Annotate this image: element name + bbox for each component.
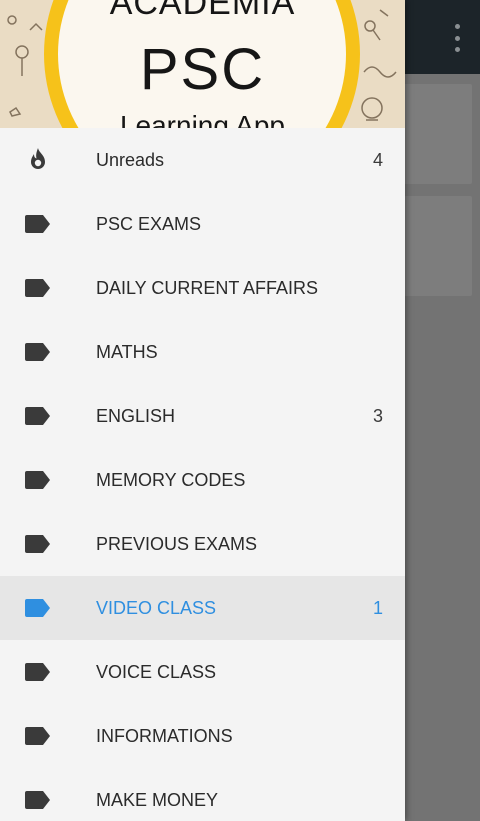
tag-icon xyxy=(24,786,52,814)
menu-item-previous-exams[interactable]: PREVIOUS EXAMS xyxy=(0,512,405,576)
tag-icon xyxy=(24,338,52,366)
menu-item-label: MAKE MONEY xyxy=(96,789,219,810)
menu-item-label: Unreads xyxy=(96,149,165,170)
tag-icon xyxy=(24,530,52,558)
drawer-menu: Unreads 4 PSC EXAMS DAILY CURRENT AFFAIR… xyxy=(0,128,405,821)
menu-item-label: VOICE CLASS xyxy=(96,661,217,682)
menu-item-maths[interactable]: MATHS xyxy=(0,320,405,384)
menu-item-psc-exams[interactable]: PSC EXAMS xyxy=(0,192,405,256)
menu-item-label: PSC EXAMS xyxy=(96,213,202,234)
menu-item-make-money[interactable]: MAKE MONEY xyxy=(0,768,405,821)
logo-top-text: ACADEMIA xyxy=(109,0,296,22)
menu-item-label: MEMORY CODES xyxy=(96,469,246,490)
menu-item-voice-class[interactable]: VOICE CLASS xyxy=(0,640,405,704)
tag-icon xyxy=(24,466,52,494)
tag-icon xyxy=(24,658,52,686)
flame-icon xyxy=(24,146,52,174)
menu-item-label: DAILY CURRENT AFFAIRS xyxy=(96,277,319,298)
menu-item-count: 1 xyxy=(372,597,383,618)
navigation-drawer: ACADEMIA PSC Learning App Unreads 4 PSC … xyxy=(0,0,405,821)
tag-icon xyxy=(24,594,52,622)
logo-main-text: PSC xyxy=(139,37,266,102)
menu-item-unreads[interactable]: Unreads 4 xyxy=(0,128,405,192)
menu-item-label: MATHS xyxy=(96,341,158,362)
menu-item-count: 3 xyxy=(372,405,383,426)
menu-item-informations[interactable]: INFORMATIONS xyxy=(0,704,405,768)
menu-item-label: VIDEO CLASS xyxy=(96,597,217,618)
drawer-header: ACADEMIA PSC Learning App xyxy=(0,0,405,128)
tag-icon xyxy=(24,274,52,302)
menu-item-memory-codes[interactable]: MEMORY CODES xyxy=(0,448,405,512)
menu-item-daily-current-affairs[interactable]: DAILY CURRENT AFFAIRS xyxy=(0,256,405,320)
menu-item-label: INFORMATIONS xyxy=(96,725,233,746)
overflow-menu-icon[interactable] xyxy=(452,24,462,52)
tag-icon xyxy=(24,210,52,238)
menu-item-count: 4 xyxy=(372,149,383,170)
logo-subtitle-text: Learning App xyxy=(119,110,286,128)
tag-icon xyxy=(24,722,52,750)
menu-item-label: PREVIOUS EXAMS xyxy=(96,533,258,554)
tag-icon xyxy=(24,402,52,430)
menu-item-english[interactable]: ENGLISH 3 xyxy=(0,384,405,448)
menu-item-video-class[interactable]: VIDEO CLASS 1 xyxy=(0,576,405,640)
menu-item-label: ENGLISH xyxy=(96,405,176,426)
